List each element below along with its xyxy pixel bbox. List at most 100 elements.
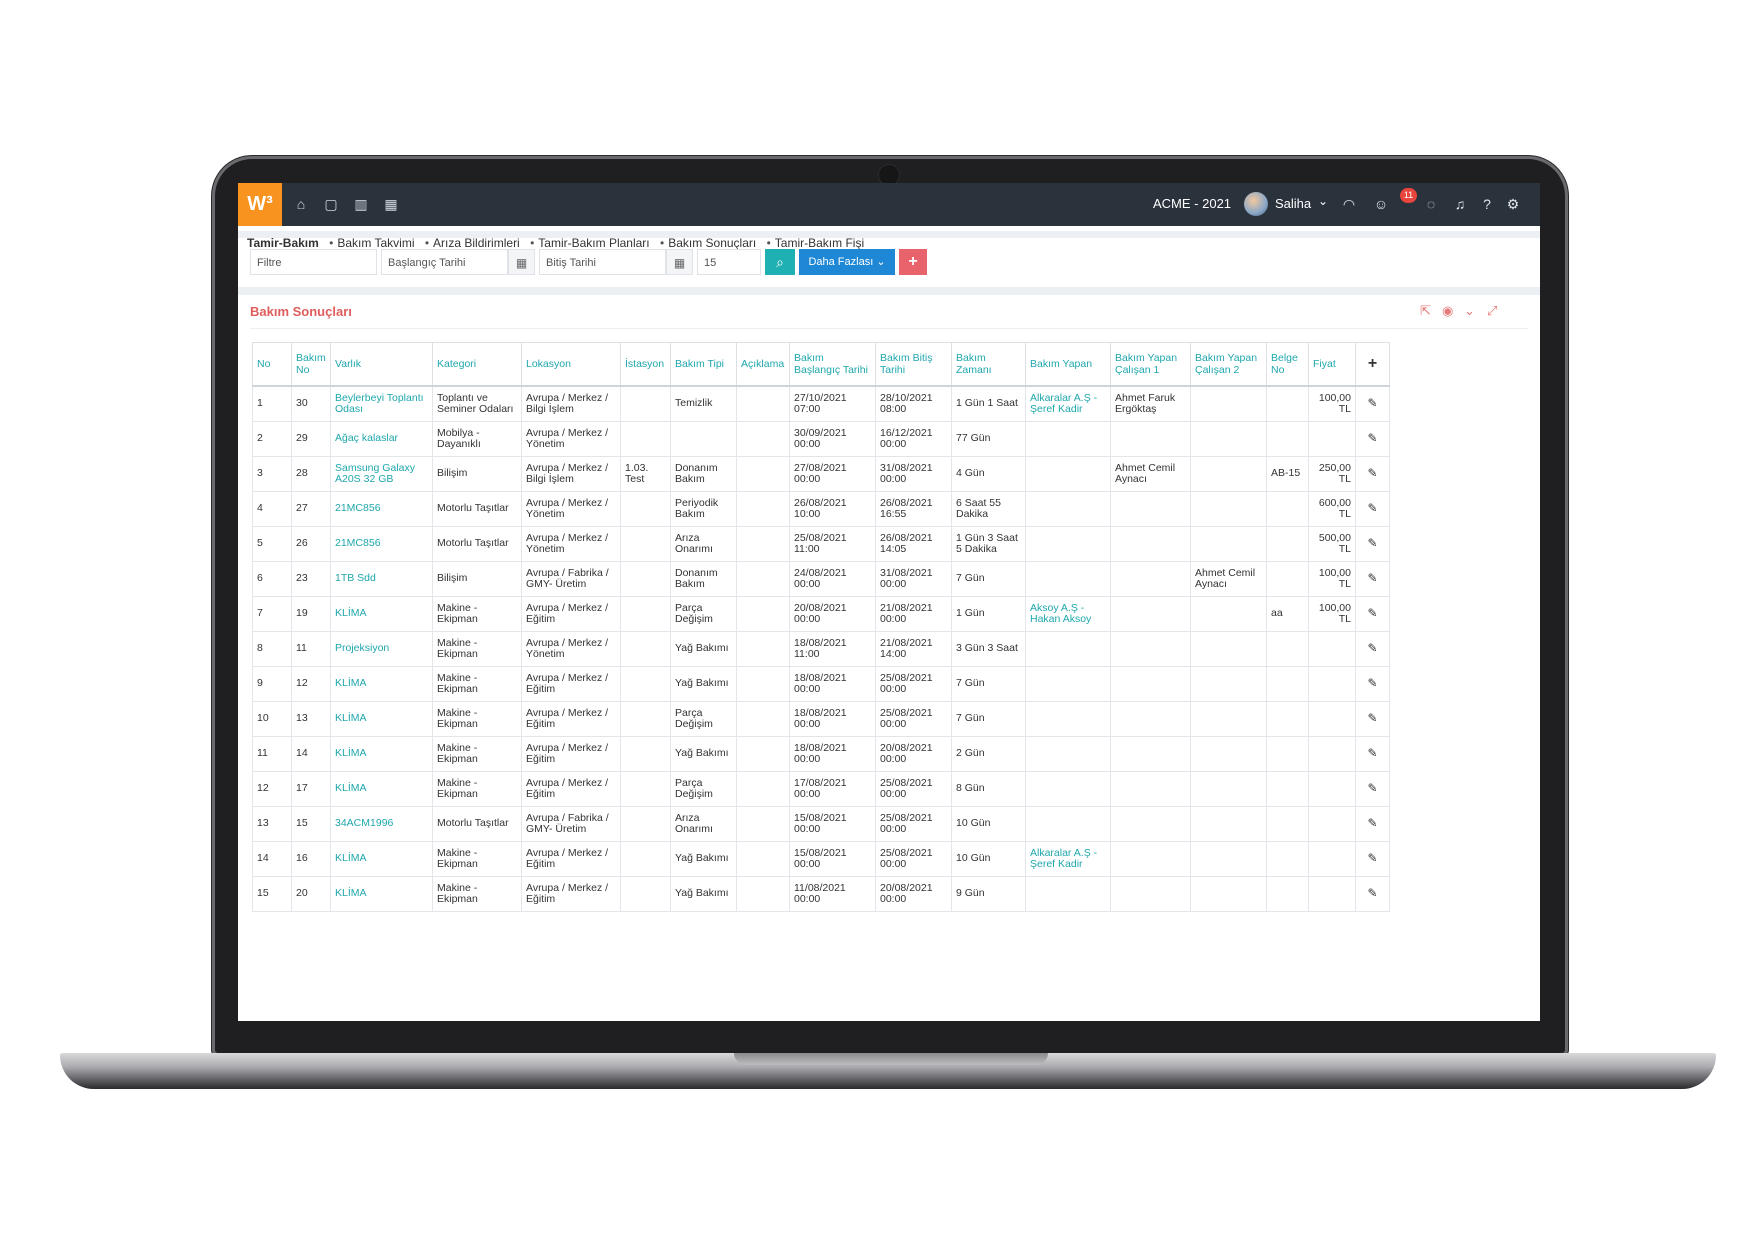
table-cell[interactable]: KLİMA <box>330 666 433 702</box>
table-cell[interactable]: Beylerbeyi Toplantı Odası <box>330 385 433 422</box>
add-button[interactable]: + <box>899 249 927 275</box>
table-cell[interactable]: Samsung Galaxy A20S 32 GB <box>330 456 433 492</box>
breadcrumb-item-tamir-bakim-fisi[interactable]: Tamir-Bakım Fişi <box>775 236 864 250</box>
edit-icon[interactable]: ✎ <box>1355 771 1390 807</box>
breadcrumb-item-bakim-sonuclari[interactable]: Bakım Sonuçları <box>668 236 756 250</box>
table-cell[interactable]: Alkaralar A.Ş - Şeref Kadir <box>1025 841 1111 877</box>
table-cell[interactable]: Projeksiyon <box>330 631 433 667</box>
table-row[interactable]: 9 12 KLİMA Makine - Ekipman Avrupa / Merkez … <box>252 666 1390 702</box>
column-header[interactable]: Bakım Yapan Çalışan 1 <box>1110 342 1191 387</box>
company-selector[interactable]: ACME - 2021 <box>1153 196 1231 211</box>
table-cell[interactable]: KLİMA <box>330 701 433 737</box>
table-row[interactable]: 15 20 KLİMA Makine - Ekipman Avrupa / Merkez… <box>252 876 1390 912</box>
column-header[interactable]: Bakım Bitiş Tarihi <box>875 342 952 387</box>
column-header[interactable]: Fiyat <box>1308 342 1356 387</box>
edit-icon[interactable]: ✎ <box>1355 631 1390 667</box>
more-button[interactable]: Daha Fazlası ⌄ <box>799 249 895 275</box>
column-header[interactable]: Lokasyon <box>521 342 621 387</box>
calendar-icon[interactable]: ▦ <box>508 249 535 275</box>
smiley-icon[interactable]: ☺ <box>1372 195 1390 213</box>
table-row[interactable]: 5 26 21MC856 Motorlu Taşıtlar Avrupa / Merke… <box>252 526 1390 562</box>
table-cell[interactable]: 1TB Sdd <box>330 561 433 597</box>
box-icon[interactable]: ▢ <box>322 195 340 213</box>
edit-icon[interactable]: ✎ <box>1355 456 1390 492</box>
table-row[interactable]: 2 29 Ağaç kalaslar Mobilya - Dayanıklı Avrup… <box>252 421 1390 457</box>
table-row[interactable]: 14 16 KLİMA Makine - Ekipman Avrupa / Merkez… <box>252 841 1390 877</box>
edit-icon[interactable]: ✎ <box>1355 806 1390 842</box>
column-header[interactable]: Bakım Başlangıç Tarihi <box>789 342 876 387</box>
bell-icon[interactable]: ♫ <box>1451 195 1469 213</box>
table-cell[interactable]: KLİMA <box>330 736 433 772</box>
column-header[interactable]: Bakım No <box>291 342 331 387</box>
table-row[interactable]: 13 15 34ACM1996 Motorlu Taşıtlar Avrupa / Fa… <box>252 806 1390 842</box>
table-cell[interactable]: Alkaralar A.Ş - Şeref Kadir <box>1025 385 1111 422</box>
headset-icon[interactable]: ◠ <box>1340 195 1358 213</box>
column-header[interactable]: Bakım Yapan Çalışan 2 <box>1190 342 1267 387</box>
table-row[interactable]: 10 13 KLİMA Makine - Ekipman Avrupa / Merkez… <box>252 701 1390 737</box>
column-header[interactable]: Bakım Yapan <box>1025 342 1111 387</box>
edit-icon[interactable]: ✎ <box>1355 491 1390 527</box>
breadcrumb-item-bakim-takvimi[interactable]: Bakım Takvimi <box>337 236 414 250</box>
breadcrumb-item-tamir-bakim[interactable]: Tamir-Bakım <box>247 236 319 250</box>
edit-icon[interactable]: ✎ <box>1355 385 1390 422</box>
table-cell: Yağ Bakımı <box>670 631 737 667</box>
calendar-icon[interactable]: ▦ <box>666 249 693 275</box>
column-header[interactable]: Varlık <box>330 342 433 387</box>
edit-icon[interactable]: ✎ <box>1355 841 1390 877</box>
avatar[interactable] <box>1244 192 1268 216</box>
table-row[interactable]: 6 23 1TB Sdd Bilişim Avrupa / Fabrika / GMY-… <box>252 561 1390 597</box>
table-cell[interactable]: Aksoy A.Ş - Hakan Aksoy <box>1025 596 1111 632</box>
table-cell[interactable]: 34ACM1996 <box>330 806 433 842</box>
table-row[interactable]: 12 17 KLİMA Makine - Ekipman Avrupa / Merkez… <box>252 771 1390 807</box>
table-cell[interactable]: KLİMA <box>330 596 433 632</box>
edit-icon[interactable]: ✎ <box>1355 701 1390 737</box>
column-header[interactable]: Belge No <box>1266 342 1309 387</box>
edit-icon[interactable]: ✎ <box>1355 736 1390 772</box>
search-button[interactable]: ⌕ <box>765 249 795 275</box>
column-header[interactable]: No <box>252 342 292 387</box>
chart-icon[interactable]: ▥ <box>352 195 370 213</box>
column-header[interactable]: Bakım Zamanı <box>951 342 1026 387</box>
export-icon[interactable]: ⇱ <box>1420 303 1431 319</box>
table-cell[interactable]: Ağaç kalaslar <box>330 421 433 457</box>
expand-icon[interactable]: ⤢ <box>1487 303 1497 319</box>
table-cell[interactable]: KLİMA <box>330 771 433 807</box>
column-header[interactable]: Bakım Tipi <box>670 342 737 387</box>
collapse-chevron-icon[interactable]: ⌄ <box>1464 303 1475 319</box>
gear-icon[interactable]: ⚙ <box>1504 195 1522 213</box>
chat-icon[interactable]: ◌ <box>1422 195 1440 213</box>
table-cell[interactable]: 21MC856 <box>330 526 433 562</box>
edit-icon[interactable]: ✎ <box>1355 876 1390 912</box>
column-header[interactable]: Kategori <box>432 342 522 387</box>
table-cell[interactable]: KLİMA <box>330 841 433 877</box>
filter-input[interactable]: Filtre <box>250 249 377 275</box>
table-row[interactable]: 3 28 Samsung Galaxy A20S 32 GB Bilişim Avrup… <box>252 456 1390 492</box>
help-icon[interactable]: ? <box>1478 195 1496 213</box>
table-cell[interactable]: KLİMA <box>330 876 433 912</box>
start-date-input[interactable]: Başlangıç Tarihi <box>381 249 508 275</box>
table-cell[interactable]: 21MC856 <box>330 491 433 527</box>
add-column-button[interactable]: + <box>1355 342 1390 387</box>
table-row[interactable]: 7 19 KLİMA Makine - Ekipman Avrupa / Merkez … <box>252 596 1390 632</box>
home-icon[interactable]: ⌂ <box>292 195 310 213</box>
edit-icon[interactable]: ✎ <box>1355 421 1390 457</box>
table-row[interactable]: 4 27 21MC856 Motorlu Taşıtlar Avrupa / Merke… <box>252 491 1390 527</box>
edit-icon[interactable]: ✎ <box>1355 561 1390 597</box>
end-date-input[interactable]: Bitiş Tarihi <box>539 249 666 275</box>
user-name[interactable]: Saliha <box>1275 196 1311 211</box>
edit-icon[interactable]: ✎ <box>1355 526 1390 562</box>
breadcrumb-item-tamir-bakim-planlari[interactable]: Tamir-Bakım Planları <box>538 236 649 250</box>
chevron-down-icon[interactable]: ⌄ <box>1318 194 1328 208</box>
table-row[interactable]: 8 11 Projeksiyon Makine - Ekipman Avrupa / M… <box>252 631 1390 667</box>
table-row[interactable]: 1 30 Beylerbeyi Toplantı Odası Toplantı ve … <box>252 385 1390 422</box>
page-size-input[interactable]: 15 <box>697 249 761 275</box>
edit-icon[interactable]: ✎ <box>1355 666 1390 702</box>
breadcrumb-item-ariza-bildirimleri[interactable]: Arıza Bildirimleri <box>433 236 520 250</box>
eye-icon[interactable]: ◉ <box>1442 303 1453 319</box>
edit-icon[interactable]: ✎ <box>1355 596 1390 632</box>
table-row[interactable]: 11 14 KLİMA Makine - Ekipman Avrupa / Merkez… <box>252 736 1390 772</box>
app-logo[interactable]: W³ <box>238 183 282 226</box>
calendar-icon[interactable]: ▦ <box>382 195 400 213</box>
column-header[interactable]: Açıklama <box>736 342 790 387</box>
column-header[interactable]: İstasyon <box>620 342 671 387</box>
